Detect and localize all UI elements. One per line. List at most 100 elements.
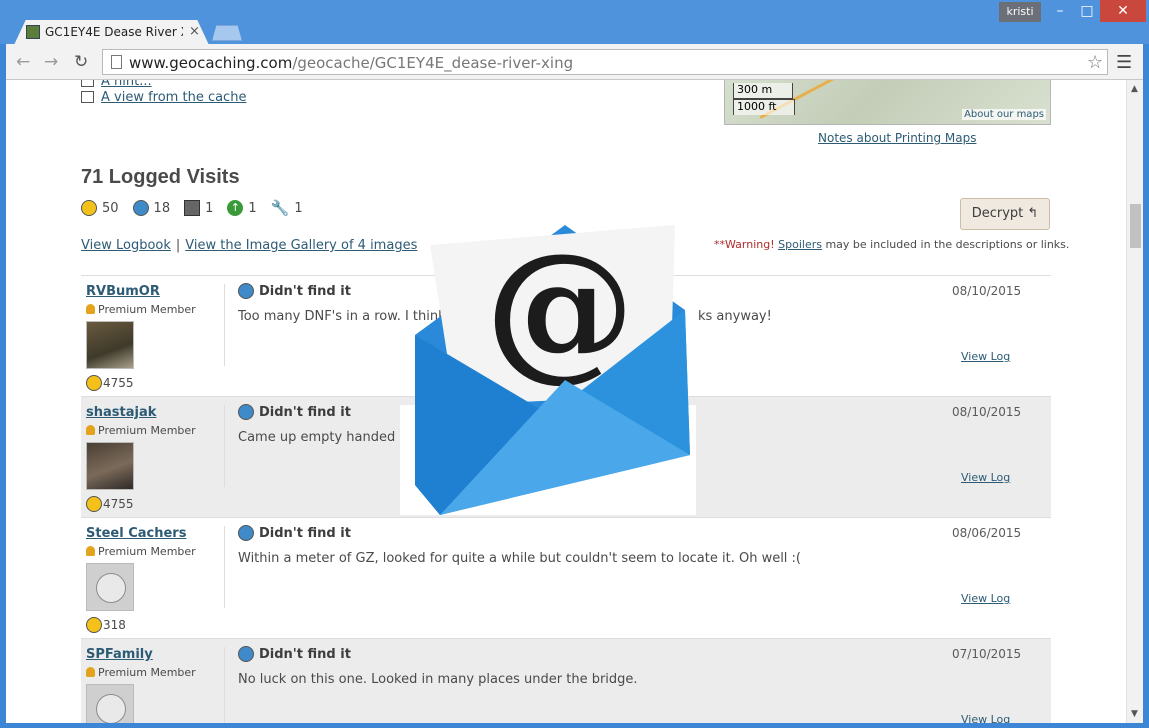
close-icon[interactable]: ✕ [1100,0,1146,22]
maintenance-icon: 🔧 [270,199,290,217]
view-from-cache-link[interactable]: A view from the cache [101,90,246,105]
person-icon [86,425,95,435]
didnt-find-icon [238,646,254,662]
log-date: 07/10/2015 [952,647,1022,661]
forward-arrow-icon[interactable]: → [44,52,58,72]
bookmark-star-icon[interactable]: ☆ [1087,52,1103,73]
email-envelope-icon: @ [400,220,696,515]
view-log-link[interactable]: View Log [961,713,1010,723]
log-type: Didn't find it [238,283,351,299]
person-icon [86,667,95,677]
log-date: 08/10/2015 [952,284,1022,298]
member-type: Premium Member [98,545,196,558]
finds-count: 4755 [86,496,134,512]
hint-row: A hint... [81,80,152,89]
vertical-scrollbar[interactable]: ▲ ▼ [1126,80,1143,723]
log-type-label: Didn't find it [259,646,351,662]
about-maps-link[interactable]: About our maps [962,109,1046,120]
hint-link[interactable]: A hint... [101,80,152,89]
url-path: /geocache/GC1EY4E_dease-river-xing [292,54,574,72]
new-tab-button[interactable] [212,25,242,41]
didnt-find-icon [238,525,254,541]
scroll-down-icon[interactable]: ▼ [1131,709,1138,719]
finds-count: 318 [86,617,126,633]
maximize-icon[interactable]: □ [1073,0,1101,22]
menu-icon[interactable]: ☰ [1116,52,1132,73]
map-thumbnail[interactable]: 300 m 1000 ft About our maps [724,80,1051,125]
decrypt-button[interactable]: Decrypt ↰ [960,198,1050,230]
write-note-icon [184,200,201,216]
avatar[interactable] [86,684,134,723]
image-gallery-link[interactable]: View the Image Gallery of 4 images [185,238,417,253]
profile-badge[interactable]: kristi [999,2,1041,22]
publish-icon: ↑ [227,200,244,216]
tab-strip: GC1EY4E Dease River Xing × kristi – □ ✕ [0,0,1149,45]
member-badge: Premium Member [86,424,196,437]
avatar[interactable] [86,321,134,369]
log-type-label: Didn't find it [259,525,351,541]
member-type: Premium Member [98,666,196,679]
view-log-link[interactable]: View Log [961,350,1010,363]
warning-suffix: may be included in the descriptions or l… [821,238,1070,251]
found-it-icon [86,496,102,512]
reload-icon[interactable]: ↻ [74,52,88,72]
user-link[interactable]: RVBumOR [86,284,160,299]
finds-value: 4755 [103,497,134,511]
avatar[interactable] [86,563,134,611]
log-type-label: Didn't find it [259,283,351,299]
finds-count: 4755 [86,375,134,391]
notes-printing-maps-link[interactable]: Notes about Printing Maps [818,131,976,145]
publish-count: 1 [248,200,257,216]
member-badge: Premium Member [86,545,196,558]
placeholder-face-icon [96,694,126,723]
spoiler-warning: **Warning! Spoilers may be included in t… [714,238,1069,251]
log-text: Within a meter of GZ, looked for quite a… [238,551,802,566]
didnt-find-icon [238,283,254,299]
member-type: Premium Member [98,424,196,437]
page-icon [111,55,122,69]
log-type: Didn't find it [238,525,351,541]
spoilers-link[interactable]: Spoilers [778,238,822,251]
address-bar[interactable]: www.geocaching.com/geocache/GC1EY4E_deas… [102,49,1108,75]
view-log-link[interactable]: View Log [961,471,1010,484]
scroll-thumb[interactable] [1130,204,1141,248]
user-link[interactable]: SPFamily [86,647,153,662]
found-it-icon [86,617,102,633]
geocaching-favicon-icon [26,25,40,39]
found-it-icon [86,375,102,391]
warning-prefix: **Warning! [714,238,775,251]
divider [224,526,225,608]
view-from-cache-row: A view from the cache [81,90,246,105]
url-host: www.geocaching.com [129,54,293,72]
divider [224,284,225,366]
decrypt-arrow-icon: ↰ [1027,206,1039,221]
log-type-label: Didn't find it [259,404,351,420]
view-log-link[interactable]: View Log [961,592,1010,605]
user-link[interactable]: shastajak [86,405,156,420]
minimize-icon[interactable]: – [1046,0,1074,22]
logged-visits-heading: 71 Logged Visits [81,166,240,188]
url-text[interactable]: www.geocaching.com/geocache/GC1EY4E_deas… [129,54,573,72]
member-badge: Premium Member [86,666,196,679]
image-icon [81,91,94,103]
browser-window: GC1EY4E Dease River Xing × kristi – □ ✕ … [0,0,1149,728]
avatar[interactable] [86,442,134,490]
map-scale-meters: 300 m [733,83,793,99]
view-logbook-link[interactable]: View Logbook [81,238,171,253]
log-username: Steel Cachers [86,526,186,541]
member-badge: Premium Member [86,303,196,316]
tab-title: GC1EY4E Dease River Xing [45,25,183,39]
user-link[interactable]: Steel Cachers [86,526,186,541]
scroll-up-icon[interactable]: ▲ [1131,84,1138,94]
didnt-find-icon [238,404,254,420]
maintenance-count: 1 [294,200,303,216]
back-arrow-icon[interactable]: ← [16,52,30,72]
log-username: shastajak [86,405,156,420]
note-count: 1 [205,200,214,216]
dnf-count: 18 [153,200,171,216]
tab-close-icon[interactable]: × [189,24,200,39]
log-type: Didn't find it [238,404,351,420]
didnt-find-icon [132,200,149,216]
logbook-links: View Logbook | View the Image Gallery of 4… [81,238,417,253]
person-icon [86,546,95,556]
